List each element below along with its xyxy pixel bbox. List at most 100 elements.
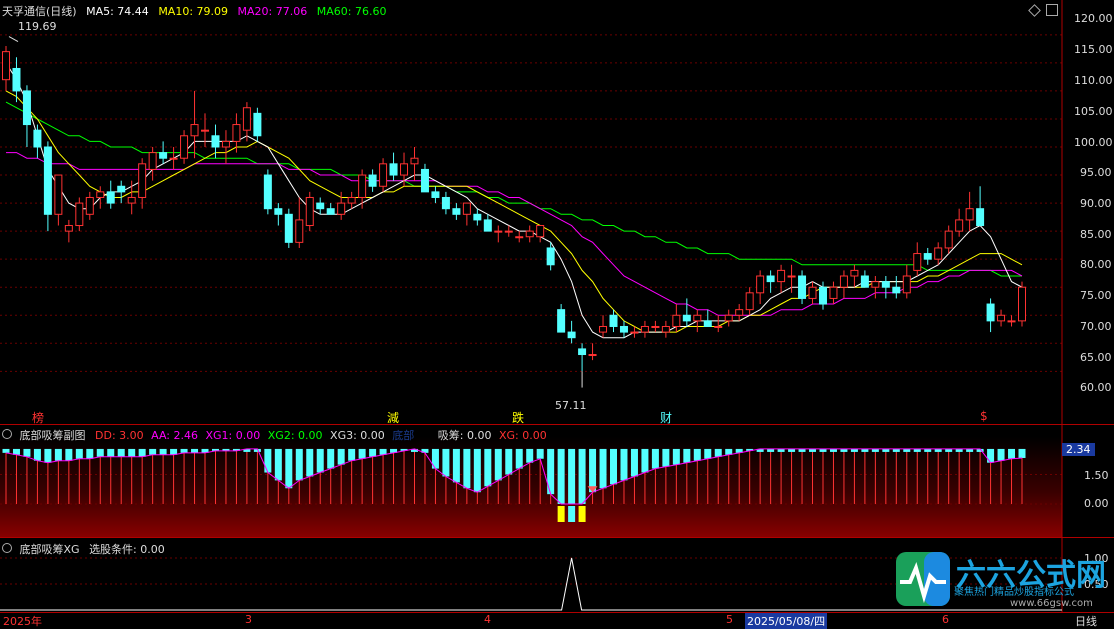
aa-bar [33, 448, 41, 461]
y-tick: 80.00 [1080, 258, 1112, 271]
candle [745, 292, 754, 311]
candle [724, 314, 733, 322]
candle [232, 124, 241, 142]
aa-bar [536, 448, 544, 459]
candle [420, 168, 429, 193]
aa-bar [369, 448, 377, 457]
candle [693, 314, 702, 322]
event-marker-4[interactable]: 财 [660, 409, 672, 426]
aa-bar [463, 448, 471, 489]
signal-bar [557, 506, 565, 522]
candle [75, 202, 84, 227]
candle [211, 135, 220, 148]
aa-bar [1018, 448, 1026, 458]
aa-bar [494, 448, 502, 481]
aa-bar [693, 448, 701, 461]
current-value-badge: 2.34 [1062, 443, 1095, 456]
x-axis: 2025年 3 4 5 2025/05/08/四 6 日线 [0, 612, 1114, 629]
candle [965, 208, 974, 221]
aa-bar [662, 448, 670, 467]
event-marker-5[interactable]: $ [980, 409, 988, 423]
y-tick: 0.00 [1084, 497, 1109, 510]
candle [326, 208, 335, 215]
candle [850, 269, 859, 277]
candle [818, 286, 827, 305]
ma60-line [5, 101, 1022, 277]
candle [274, 208, 283, 215]
candle [787, 275, 796, 278]
sub2-title[interactable]: 底部吸筹XG [20, 543, 80, 556]
candle [295, 219, 304, 243]
aa-bar [23, 448, 31, 457]
sub1-y-axis: 2.34 1.50 0.00 [1062, 425, 1114, 538]
candle [452, 208, 461, 215]
y-tick: 60.00 [1080, 381, 1112, 394]
event-marker-1[interactable]: 榜 [32, 409, 44, 426]
candle [284, 213, 293, 243]
y-tick: 75.00 [1080, 289, 1112, 302]
xichou-value: 吸筹: 0.00 [437, 429, 492, 442]
ma5-value: MA5: 74.44 [86, 5, 149, 18]
candle [955, 219, 964, 232]
candlestick-chart[interactable] [0, 0, 1114, 425]
aa-bar [285, 448, 293, 489]
aa-bar [327, 448, 335, 469]
aa-bar [358, 448, 366, 459]
candle [473, 213, 482, 221]
stock-title[interactable]: 天孚通信(日线) [2, 5, 77, 18]
candle [159, 152, 168, 159]
candle [43, 146, 52, 215]
candle [441, 196, 450, 210]
high-marker-arrow [8, 36, 19, 43]
y-tick: 95.00 [1080, 166, 1112, 179]
candle [860, 275, 869, 288]
aa-bar [117, 448, 125, 457]
candle [117, 185, 126, 193]
candle [169, 157, 178, 160]
aa-bar [295, 448, 303, 481]
candle [892, 286, 901, 294]
candle [22, 90, 31, 126]
x-label: 6 [942, 613, 949, 626]
event-marker-2[interactable]: 減 [387, 409, 399, 426]
x-label: 4 [484, 613, 491, 626]
candle [190, 124, 199, 137]
sub-indicator-panel-1[interactable]: 底部吸筹副图 DD: 3.00 AA: 2.46 XG1: 0.00 XG2: … [0, 425, 1114, 538]
collapse-icon[interactable] [2, 543, 12, 553]
y-tick: 115.00 [1074, 43, 1113, 56]
dd-value: DD: 3.00 [95, 429, 144, 442]
aa-bar [610, 448, 618, 485]
candle [672, 314, 681, 327]
candle [756, 275, 765, 294]
candle [316, 202, 325, 210]
aa-bar [96, 448, 104, 457]
candle [588, 354, 597, 357]
candle [85, 196, 94, 215]
dibu-value: 底部 [392, 429, 415, 442]
xg3-value: XG3: 0.00 [330, 429, 385, 442]
condition-value: 选股条件: 0.00 [89, 543, 165, 556]
period-label[interactable]: 日线 [1075, 613, 1097, 629]
candle [609, 314, 618, 327]
candle [515, 236, 524, 239]
candle [567, 331, 576, 339]
candle [599, 325, 608, 333]
aa-bar [149, 448, 157, 455]
settings-icon[interactable] [1046, 4, 1058, 16]
candle [389, 163, 398, 176]
candle [661, 325, 670, 333]
sub1-title[interactable]: 底部吸筹副图 [20, 429, 86, 442]
y-tick: 100.00 [1074, 136, 1113, 149]
ma20-line [6, 152, 1023, 316]
collapse-icon[interactable] [2, 429, 12, 439]
event-marker-3[interactable]: 跌 [512, 409, 524, 426]
site-watermark: 六六公式网 聚焦热门精品炒股指标公式 www.66gsw.com [894, 548, 1114, 612]
candle [2, 51, 10, 81]
candle [337, 202, 346, 215]
candle [997, 314, 1006, 322]
main-chart-panel[interactable]: 天孚通信(日线) MA5: 74.44 MA10: 79.09 MA20: 77… [0, 0, 1114, 426]
y-tick: 120.00 [1074, 12, 1113, 25]
aa-bar [65, 448, 73, 461]
candle [829, 286, 838, 299]
aa-bar [316, 448, 324, 473]
